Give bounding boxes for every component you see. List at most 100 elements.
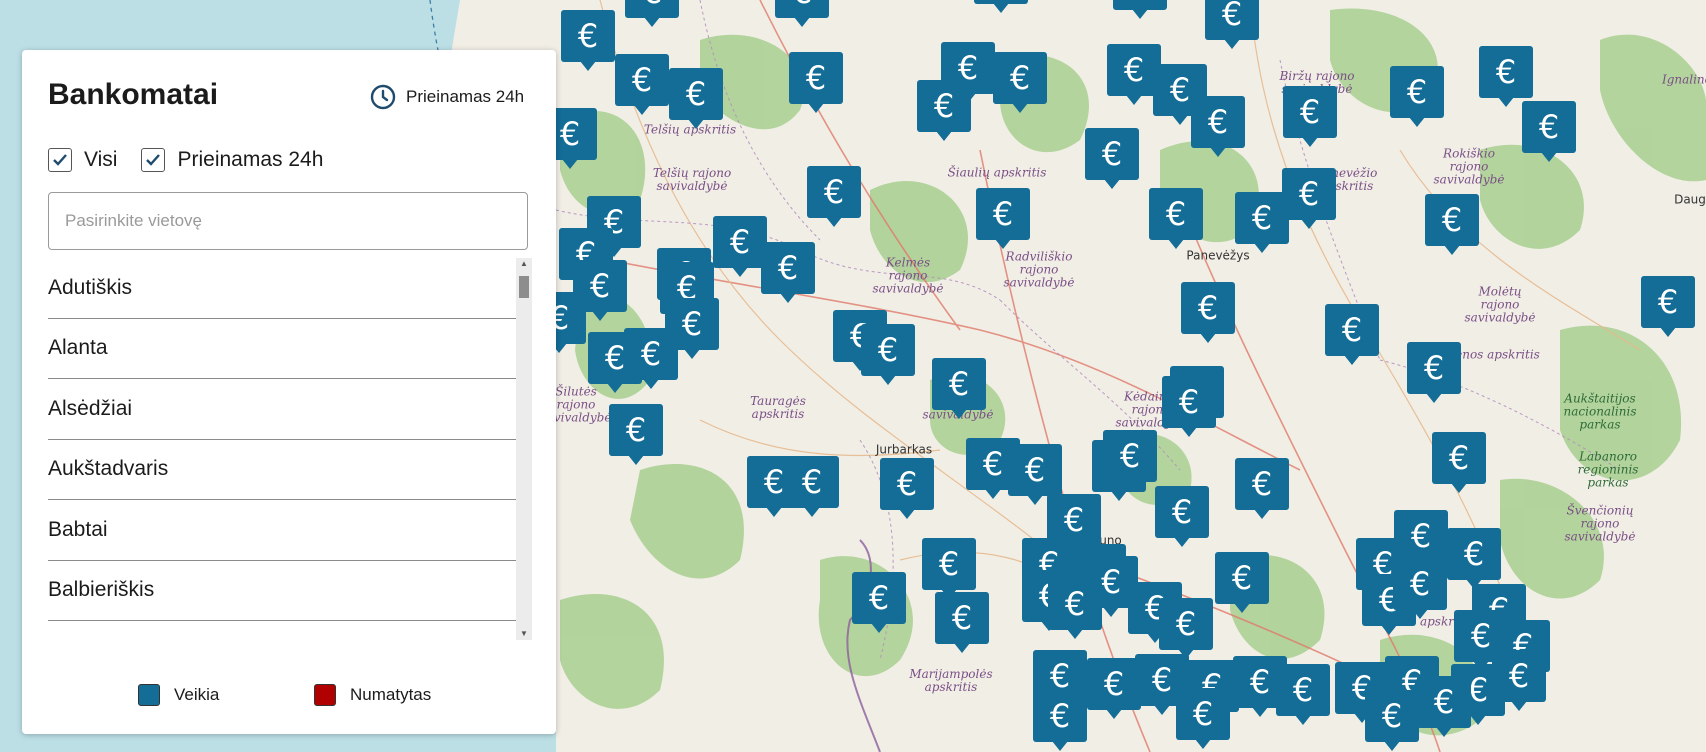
atm-marker[interactable]: € — [609, 404, 663, 466]
atm-marker[interactable]: € — [1149, 188, 1203, 250]
list-item[interactable]: Aukštadvaris — [48, 440, 516, 500]
filter-24h-checkbox[interactable]: Prieinamas 24h — [141, 148, 323, 172]
atm-marker[interactable]: € — [1407, 342, 1461, 404]
atm-marker[interactable]: € — [852, 572, 906, 634]
map-label: Radviliškio rajono savivaldybė — [1003, 249, 1075, 290]
euro-icon: € — [896, 465, 918, 503]
atm-marker[interactable]: € — [917, 80, 971, 142]
list-scrollbar[interactable]: ▲ ▼ — [516, 258, 532, 640]
atm-marker[interactable]: € — [922, 538, 976, 600]
list-item[interactable]: Balbieriškis — [48, 561, 516, 621]
atm-marker[interactable]: € — [976, 188, 1030, 250]
location-list[interactable]: Adutiškis Alanta Alsėdžiai Aukštadvaris … — [48, 258, 516, 628]
location-search-field[interactable] — [48, 192, 528, 250]
atm-marker[interactable]: € — [1191, 96, 1245, 158]
euro-icon: € — [823, 173, 845, 211]
atm-marker[interactable]: € — [1447, 528, 1501, 590]
atm-marker[interactable]: € — [1417, 676, 1471, 738]
legend-swatch-planned — [314, 684, 336, 706]
location-name: Alanta — [48, 336, 108, 360]
atm-marker[interactable]: € — [1162, 376, 1216, 438]
list-item[interactable]: Alsėdžiai — [48, 379, 516, 440]
euro-icon: € — [938, 545, 960, 583]
atm-marker[interactable]: € — [932, 358, 986, 420]
euro-icon: € — [625, 0, 679, 18]
map-label: Ignalinos — [1661, 72, 1706, 87]
atm-marker[interactable]: € — [561, 10, 615, 72]
atm-marker[interactable]: € — [789, 52, 843, 114]
atm-marker[interactable]: € — [974, 0, 1028, 14]
euro-icon: € — [640, 335, 662, 373]
atm-marker[interactable]: € — [1176, 688, 1230, 750]
atm-marker[interactable]: € — [1283, 86, 1337, 148]
map-label: Marijampolės apskritis — [909, 667, 993, 694]
atm-marker[interactable]: € — [861, 324, 915, 386]
euro-icon: € — [1175, 605, 1197, 643]
scroll-thumb[interactable] — [519, 276, 529, 298]
map-label: Molėtų rajono savivaldybė — [1464, 284, 1536, 325]
list-item[interactable]: Babtai — [48, 500, 516, 561]
euro-icon: € — [1197, 289, 1219, 327]
euro-icon: € — [775, 0, 829, 18]
atm-marker[interactable]: € — [1215, 552, 1269, 614]
atm-marker[interactable]: € — [1479, 46, 1533, 108]
location-search-input[interactable] — [49, 193, 527, 249]
atm-marker[interactable]: € — [1393, 558, 1447, 620]
atm-marker[interactable]: € — [669, 68, 723, 130]
atm-marker[interactable]: € — [1085, 128, 1139, 190]
atm-marker[interactable]: € — [1033, 690, 1087, 752]
atm-marker[interactable]: € — [1282, 168, 1336, 230]
atm-marker[interactable]: € — [1425, 194, 1479, 256]
atm-marker[interactable]: € — [1155, 486, 1209, 548]
atm-marker[interactable]: € — [1181, 282, 1235, 344]
atm-marker[interactable]: € — [1159, 598, 1213, 660]
atm-marker[interactable]: € — [1235, 458, 1289, 520]
atm-marker[interactable]: € — [1205, 0, 1259, 50]
atm-marker[interactable]: € — [1432, 432, 1486, 494]
atm-marker[interactable]: € — [1325, 304, 1379, 366]
euro-icon: € — [948, 365, 970, 403]
atm-marker[interactable]: € — [1087, 658, 1141, 720]
atm-marker[interactable]: € — [993, 52, 1047, 114]
atm-marker[interactable]: € — [1103, 430, 1157, 492]
atm-marker[interactable]: € — [713, 216, 767, 278]
filter-checkboxes: Visi Prieinamas 24h — [48, 148, 323, 172]
euro-icon: € — [1448, 439, 1470, 477]
atm-marker[interactable]: € — [1641, 276, 1695, 338]
euro-icon: € — [1064, 585, 1086, 623]
euro-icon: € — [1221, 0, 1243, 33]
atm-marker[interactable]: € — [807, 166, 861, 228]
map-label: Šiaulių apskritis — [947, 165, 1047, 180]
atm-marker[interactable]: € — [761, 242, 815, 304]
atm-marker[interactable]: € — [775, 0, 829, 28]
atm-marker[interactable]: € — [1492, 650, 1546, 712]
list-item[interactable]: Alanta — [48, 319, 516, 379]
location-name: Babtai — [48, 517, 108, 541]
atm-marker[interactable]: € — [615, 54, 669, 116]
atm-marker[interactable]: € — [1113, 0, 1167, 20]
atm-marker[interactable]: € — [1365, 690, 1419, 752]
euro-icon: € — [1009, 59, 1031, 97]
map-label: Jurbarkas — [875, 442, 933, 457]
filter-all-checkbox[interactable]: Visi — [48, 148, 117, 172]
euro-icon: € — [631, 61, 653, 99]
atm-marker[interactable]: € — [785, 456, 839, 518]
scroll-down-arrow-icon[interactable]: ▼ — [516, 628, 532, 640]
atm-marker[interactable]: € — [1390, 66, 1444, 128]
atm-marker[interactable]: € — [1522, 101, 1576, 163]
map-label: Aukštaitijos nacionalinis parkas — [1563, 391, 1637, 432]
atm-marker[interactable]: € — [935, 592, 989, 654]
atm-marker[interactable]: € — [1276, 664, 1330, 726]
list-item[interactable]: Adutiškis — [48, 258, 516, 319]
location-name: Balbieriškis — [48, 578, 155, 602]
atm-marker[interactable]: € — [880, 458, 934, 520]
scroll-up-arrow-icon[interactable]: ▲ — [516, 258, 532, 270]
filter-all-label: Visi — [84, 148, 118, 171]
atm-marker[interactable]: € — [624, 328, 678, 390]
euro-icon: € — [1251, 199, 1273, 237]
atm-marker[interactable]: € — [1048, 578, 1102, 640]
map-label: Kelmės rajono savivaldybė — [872, 255, 944, 296]
atm-marker[interactable]: € — [625, 0, 679, 28]
atm-panel: Bankomatai Prieinamas 24h Visi Prieinama… — [22, 50, 556, 734]
atm-marker[interactable]: € — [1235, 192, 1289, 254]
